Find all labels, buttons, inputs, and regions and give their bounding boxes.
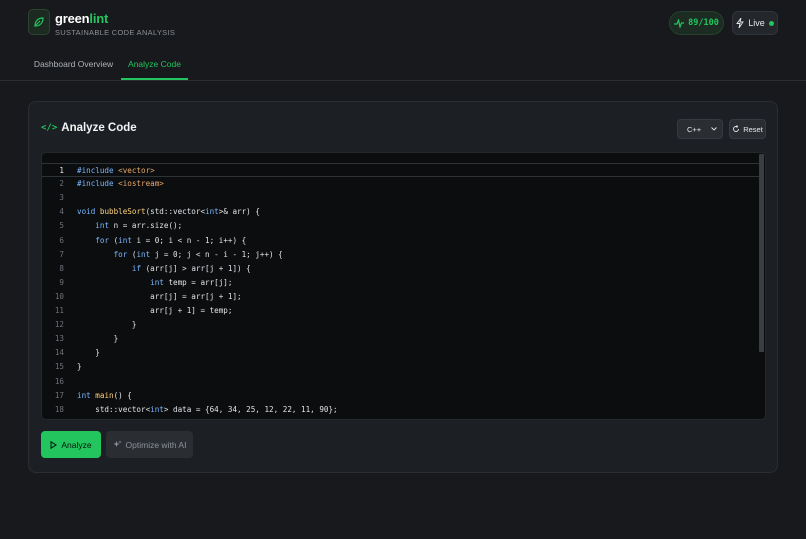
analyze-button[interactable]: Analyze	[41, 431, 101, 458]
code-text: arr[j] = arr[j + 1];	[77, 291, 242, 301]
line-number: 10	[54, 291, 64, 301]
code-line[interactable]: 7 for (int j = 0; j < n - i - 1; j++) {	[42, 248, 762, 262]
code-editor[interactable]: 1 #include <vector> 2 #include <iostream> 3 4…	[41, 152, 766, 420]
code-text: int temp = arr[j];	[150, 277, 233, 287]
code-line[interactable]: 12 }	[42, 318, 762, 332]
code-line[interactable]: 4 void bubbleSort(std::vector<int>& arr) …	[42, 205, 762, 219]
code-line[interactable]: 17 int main() {	[42, 389, 762, 403]
line-number: 11	[54, 306, 64, 315]
code-icon: </>	[41, 123, 58, 133]
line-number: 16	[54, 376, 64, 386]
line-number: 14	[54, 348, 64, 358]
live-label: Live	[748, 18, 765, 28]
analyze-code-panel: </> Analyze Code C++ Reset 1 #include <ve…	[28, 101, 778, 473]
brand-name: greenlint	[55, 11, 108, 26]
code-text: void bubbleSort(std::vector<int>& arr) {	[77, 207, 260, 217]
code-text: if (arr[j] > arr[j + 1]) {	[131, 263, 251, 273]
sparkles-icon	[113, 440, 122, 447]
reset-button[interactable]: Reset	[729, 119, 766, 139]
line-number: 4	[59, 207, 64, 217]
code-line[interactable]: 10 arr[j] = arr[j + 1];	[42, 290, 762, 304]
code-line[interactable]: 3	[42, 191, 762, 205]
leaf-logo-icon	[28, 9, 50, 35]
activity-icon	[674, 18, 685, 28]
line-number: 13	[54, 334, 64, 344]
score-value: 89/100	[688, 18, 719, 28]
line-number: 2	[59, 179, 64, 189]
line-number: 1	[59, 166, 64, 175]
code-line[interactable]: 8 if (arr[j] > arr[j + 1]) {	[42, 262, 762, 276]
line-number: 18	[54, 404, 64, 414]
tab-dashboard-overview[interactable]: Dashboard Overview	[30, 46, 117, 80]
line-number: 9	[59, 277, 64, 287]
code-line[interactable]: 1 #include <vector>	[42, 163, 762, 177]
code-text: }	[77, 362, 82, 372]
code-line[interactable]: 6 for (int i = 0; i < n - 1; i++) {	[42, 234, 762, 248]
reset-icon	[733, 125, 740, 132]
app-header: greenlint SUSTAINABLE CODE ANALYSIS 89/1…	[0, 0, 806, 46]
code-text: }	[77, 348, 100, 358]
line-number: 7	[59, 249, 64, 259]
code-text: for (int i = 0; i < n - 1; i++) {	[95, 235, 247, 245]
live-status-button[interactable]: Live	[732, 11, 778, 35]
line-number: 15	[54, 362, 64, 372]
code-line[interactable]: 15}	[42, 360, 762, 374]
tab-bar: Dashboard Overview Analyze Code	[0, 46, 806, 81]
optimize-label: Optimize with AI	[125, 439, 187, 450]
code-text: for (int j = 0; j < n - i - 1; j++) {	[113, 249, 283, 259]
play-icon	[50, 440, 58, 449]
tab-analyze-code[interactable]: Analyze Code	[121, 46, 188, 80]
lightning-icon	[736, 18, 745, 28]
reset-label: Reset	[743, 124, 763, 134]
code-line[interactable]: 16	[42, 375, 762, 389]
panel-header: </> Analyze Code	[41, 122, 137, 134]
code-line[interactable]: 5 int n = arr.size();	[42, 219, 762, 233]
panel-title: Analyze Code	[61, 122, 137, 134]
line-number: 12	[54, 320, 64, 330]
code-text: arr[j + 1] = temp;	[77, 306, 233, 315]
brand-part-1: green	[55, 11, 90, 26]
code-text: int n = arr.size();	[95, 221, 183, 231]
analyze-label: Analyze	[61, 439, 92, 450]
line-number: 5	[59, 221, 64, 231]
code-line[interactable]: 11 arr[j + 1] = temp;	[42, 304, 762, 318]
code-text: std::vector<int> data = {64, 34, 25, 12,…	[77, 404, 338, 414]
optimize-with-ai-button[interactable]: Optimize with AI	[106, 431, 193, 458]
code-text: int main() {	[77, 390, 132, 400]
code-text: }	[77, 334, 119, 344]
line-number: 3	[59, 193, 64, 203]
code-text: #include <vector>	[77, 166, 155, 175]
editor-scrollbar[interactable]	[759, 154, 764, 352]
brand-part-2: lint	[89, 11, 109, 26]
chevron-down-icon	[711, 127, 717, 131]
code-text: }	[77, 320, 137, 330]
language-value: C++	[687, 124, 702, 134]
code-line[interactable]: 13 }	[42, 332, 762, 346]
line-number: 17	[54, 390, 64, 400]
code-line[interactable]: 18 std::vector<int> data = {64, 34, 25, …	[42, 403, 762, 417]
code-text: #include <iostream>	[77, 179, 164, 189]
code-line[interactable]: 9 int temp = arr[j];	[42, 276, 762, 290]
live-indicator-dot	[768, 20, 774, 26]
line-number: 8	[59, 263, 64, 273]
language-select[interactable]: C++	[677, 119, 723, 139]
code-line[interactable]: 14 }	[42, 346, 762, 360]
score-badge: 89/100	[669, 11, 724, 35]
line-number: 6	[59, 235, 64, 245]
code-line[interactable]: 2 #include <iostream>	[42, 177, 762, 191]
tagline: SUSTAINABLE CODE ANALYSIS	[55, 28, 176, 37]
